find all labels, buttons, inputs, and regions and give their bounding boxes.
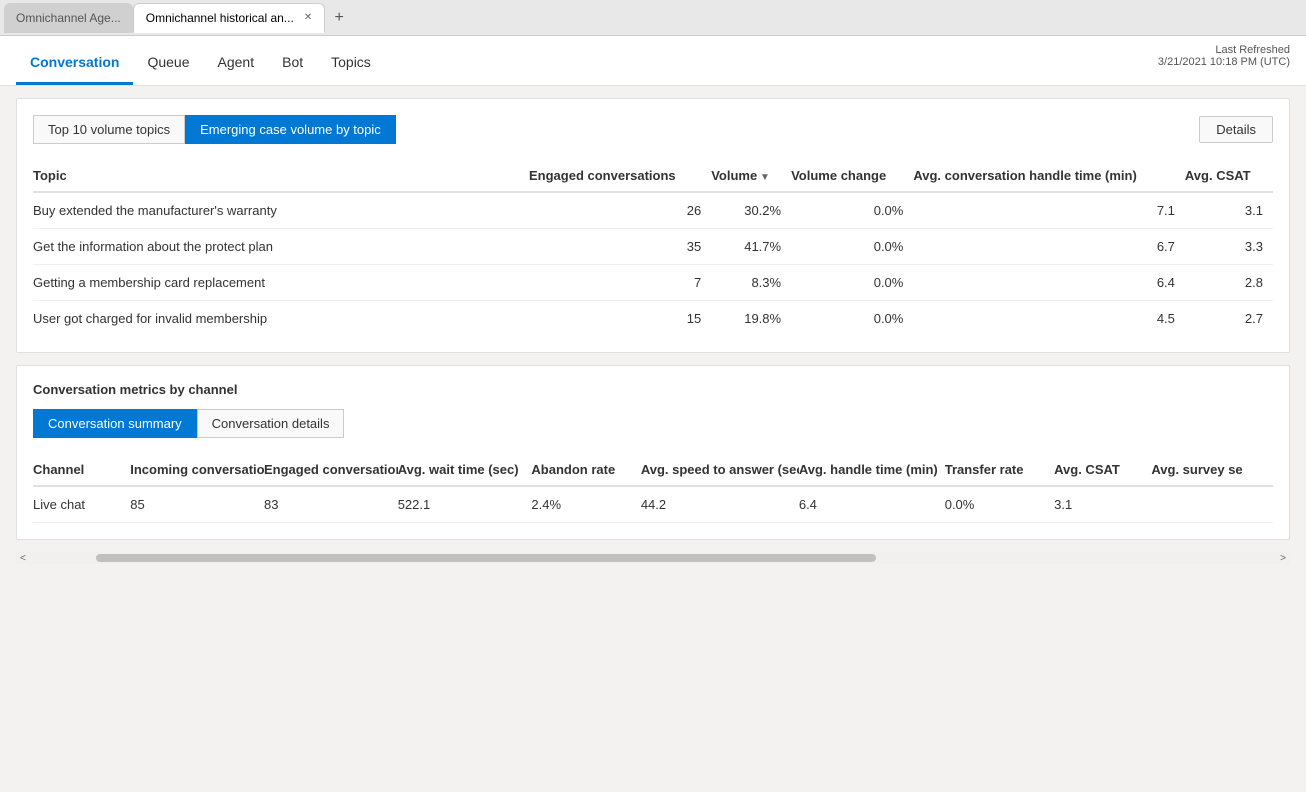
nav-item-conversation[interactable]: Conversation	[16, 42, 133, 85]
cell-avg-handle: 6.4	[913, 265, 1185, 301]
cell-volume: 8.3%	[711, 265, 791, 301]
tab-top10-volume[interactable]: Top 10 volume topics	[33, 115, 185, 144]
topics-tab-buttons: Top 10 volume topics Emerging case volum…	[33, 115, 1273, 144]
scroll-left-arrow[interactable]: <	[16, 553, 30, 564]
cell-avg-csat: 3.3	[1185, 229, 1273, 265]
cell-topic: Buy extended the manufacturer's warranty	[33, 192, 529, 229]
topics-table-header: Topic Engaged conversations Volume Volum…	[33, 160, 1273, 192]
browser-tabs-bar: Omnichannel Age... Omnichannel historica…	[0, 0, 1306, 36]
topics-panel: Top 10 volume topics Emerging case volum…	[16, 98, 1290, 353]
cell-volume: 41.7%	[711, 229, 791, 265]
last-refreshed-value: 3/21/2021 10:18 PM (UTC)	[1158, 56, 1290, 68]
tab-emerging-case[interactable]: Emerging case volume by topic	[185, 115, 396, 144]
topics-table-body: Buy extended the manufacturer's warranty…	[33, 192, 1273, 336]
nav-bar: Conversation Queue Agent Bot Topics Last…	[0, 36, 1306, 86]
cell-volume: 30.2%	[711, 192, 791, 229]
nav-item-agent[interactable]: Agent	[204, 42, 269, 85]
col-header-avg-handle-min: Avg. handle time (min)	[799, 454, 945, 486]
topics-panel-inner: Top 10 volume topics Emerging case volum…	[17, 99, 1289, 352]
col-header-csat: Avg. CSAT	[1054, 454, 1151, 486]
scrollbar-thumb[interactable]	[96, 554, 876, 562]
scroll-right-arrow[interactable]: >	[1276, 553, 1290, 564]
cell-avg-wait: 522.1	[398, 486, 532, 523]
col-header-avg-wait: Avg. wait time (sec)	[398, 454, 532, 486]
cell-engaged: 15	[529, 301, 711, 337]
metrics-tab-buttons: Conversation summary Conversation detail…	[33, 409, 1273, 438]
table-row: Get the information about the protect pl…	[33, 229, 1273, 265]
browser-tab-2-label: Omnichannel historical an...	[146, 11, 294, 25]
table-row: Live chat 85 83 522.1 2.4% 44.2 6.4 0.0%…	[33, 486, 1273, 523]
last-refreshed-section: Last Refreshed 3/21/2021 10:18 PM (UTC)	[1158, 44, 1290, 68]
cell-volume: 19.8%	[711, 301, 791, 337]
col-header-incoming: Incoming conversations	[130, 454, 264, 486]
col-header-avg-survey: Avg. survey se	[1151, 454, 1273, 486]
cell-engaged: 26	[529, 192, 711, 229]
nav-item-queue[interactable]: Queue	[133, 42, 203, 85]
col-header-topic: Topic	[33, 160, 529, 192]
details-button[interactable]: Details	[1199, 116, 1273, 143]
cell-avg-handle: 6.7	[913, 229, 1185, 265]
cell-avg-speed: 44.2	[641, 486, 799, 523]
cell-transfer: 0.0%	[945, 486, 1054, 523]
nav-item-bot[interactable]: Bot	[268, 42, 317, 85]
main-content: Top 10 volume topics Emerging case volum…	[0, 86, 1306, 792]
col-header-abandon: Abandon rate	[531, 454, 640, 486]
table-row: User got charged for invalid membership …	[33, 301, 1273, 337]
topics-table: Topic Engaged conversations Volume Volum…	[33, 160, 1273, 336]
browser-tab-1-label: Omnichannel Age...	[16, 11, 121, 25]
cell-avg-handle: 6.4	[799, 486, 945, 523]
horizontal-scrollbar[interactable]: < >	[16, 552, 1290, 564]
col-header-volume[interactable]: Volume	[711, 160, 791, 192]
col-header-volume-change: Volume change	[791, 160, 913, 192]
last-refreshed-label: Last Refreshed	[1158, 44, 1290, 56]
cell-engaged: 7	[529, 265, 711, 301]
col-header-engaged-conv[interactable]: Engaged conversations	[264, 454, 398, 486]
cell-avg-survey	[1151, 486, 1273, 523]
channel-table: Channel Incoming conversations Engaged c…	[33, 454, 1273, 523]
col-header-avg-speed: Avg. speed to answer (sec)	[641, 454, 799, 486]
cell-abandon: 2.4%	[531, 486, 640, 523]
cell-volume-change: 0.0%	[791, 192, 913, 229]
table-row: Getting a membership card replacement 7 …	[33, 265, 1273, 301]
cell-avg-handle: 7.1	[913, 192, 1185, 229]
metrics-panel-inner: Conversation metrics by channel Conversa…	[17, 366, 1289, 539]
cell-volume-change: 0.0%	[791, 229, 913, 265]
close-icon[interactable]: ✕	[304, 12, 312, 23]
cell-topic: User got charged for invalid membership	[33, 301, 529, 337]
cell-volume-change: 0.0%	[791, 265, 913, 301]
cell-incoming: 85	[130, 486, 264, 523]
col-header-avg-handle: Avg. conversation handle time (min)	[913, 160, 1185, 192]
nav-item-topics[interactable]: Topics	[317, 42, 385, 85]
cell-csat: 3.1	[1054, 486, 1151, 523]
cell-topic: Get the information about the protect pl…	[33, 229, 529, 265]
channel-table-header: Channel Incoming conversations Engaged c…	[33, 454, 1273, 486]
metrics-section-label: Conversation metrics by channel	[33, 382, 1273, 397]
cell-channel: Live chat	[33, 486, 130, 523]
metrics-panel: Conversation metrics by channel Conversa…	[16, 365, 1290, 540]
col-header-avg-csat: Avg. CSAT	[1185, 160, 1273, 192]
add-tab-button[interactable]: +	[325, 4, 353, 32]
cell-avg-csat: 3.1	[1185, 192, 1273, 229]
table-row: Buy extended the manufacturer's warranty…	[33, 192, 1273, 229]
cell-avg-csat: 2.8	[1185, 265, 1273, 301]
channel-table-body: Live chat 85 83 522.1 2.4% 44.2 6.4 0.0%…	[33, 486, 1273, 523]
plus-icon: +	[335, 9, 344, 27]
col-header-transfer: Transfer rate	[945, 454, 1054, 486]
cell-volume-change: 0.0%	[791, 301, 913, 337]
tab-conversation-details[interactable]: Conversation details	[197, 409, 345, 438]
tab-conversation-summary[interactable]: Conversation summary	[33, 409, 197, 438]
browser-tab-2[interactable]: Omnichannel historical an... ✕	[133, 3, 325, 33]
browser-tab-1[interactable]: Omnichannel Age...	[4, 3, 133, 33]
col-header-engaged: Engaged conversations	[529, 160, 711, 192]
cell-engaged: 83	[264, 486, 398, 523]
cell-avg-handle: 4.5	[913, 301, 1185, 337]
col-header-channel: Channel	[33, 454, 130, 486]
cell-avg-csat: 2.7	[1185, 301, 1273, 337]
cell-engaged: 35	[529, 229, 711, 265]
cell-topic: Getting a membership card replacement	[33, 265, 529, 301]
